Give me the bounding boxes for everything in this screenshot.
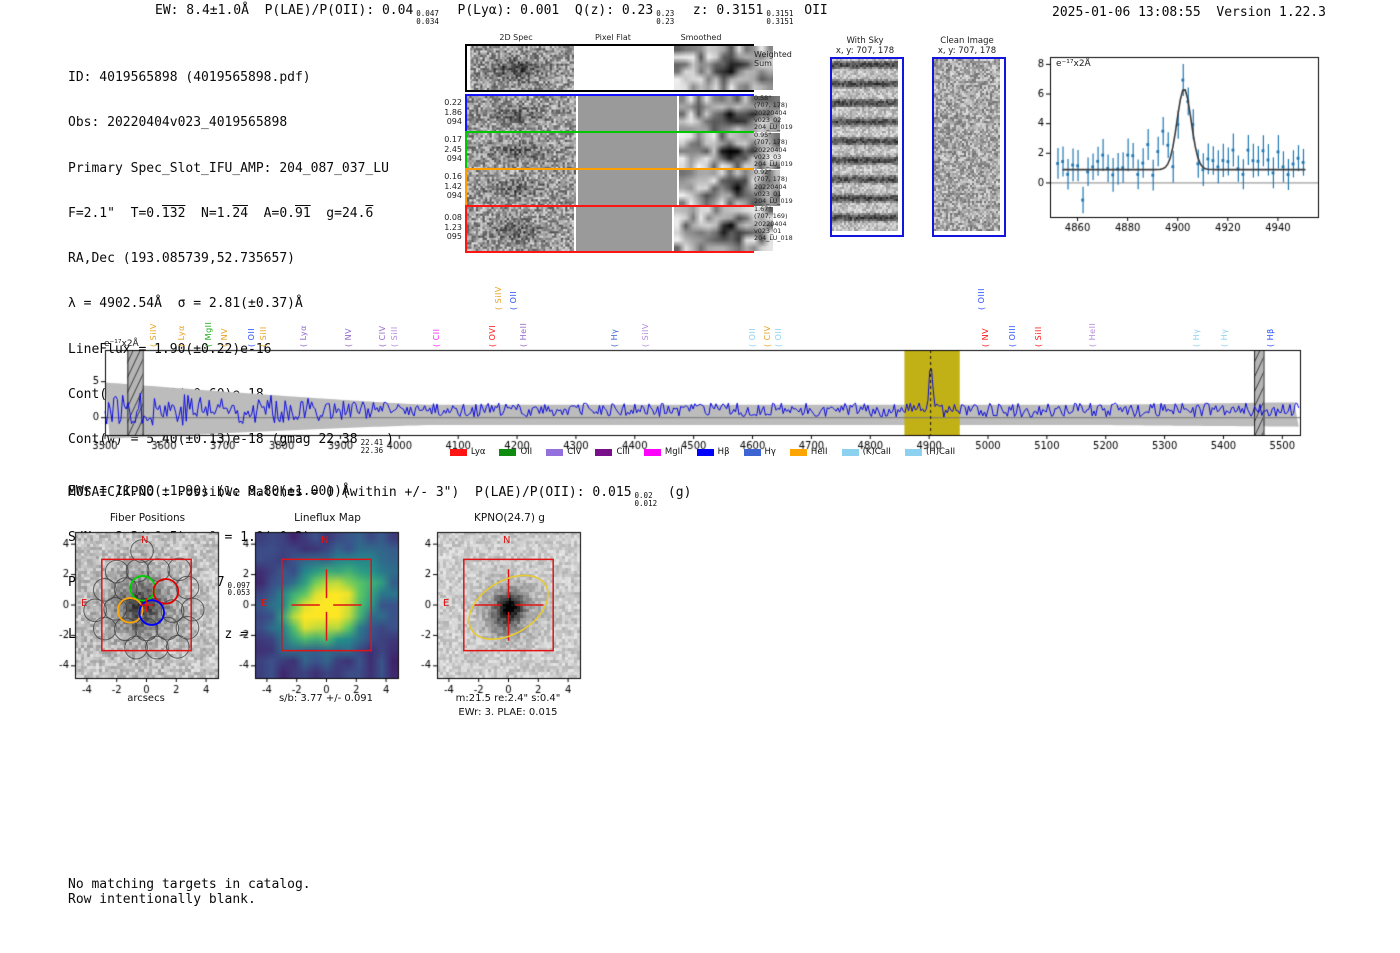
info-obs: Obs: 20220404v023_4019565898 — [68, 115, 288, 131]
summary-header: EW: 8.4±1.0Å P(LAE)/P(OII): 0.04 0.047 0.0… — [155, 3, 828, 26]
report-version: Version 1.22.3 — [1216, 5, 1326, 20]
cutout-left-labels: 0.08 1.23 095 — [444, 213, 462, 241]
fiber-positions-map — [45, 528, 235, 700]
col-header-smoothed: Smoothed — [680, 33, 722, 42]
legend-swatch — [499, 448, 517, 456]
cutout-right-labels: 0.95" (707, 178) 20220404 v023_03 204_LU… — [754, 131, 793, 169]
clean-image-box — [932, 57, 1006, 237]
stacked-value: 0.3151 0.3151 — [766, 9, 794, 26]
lineflux-xlabel: s/b: 3.77 +/- 0.091 — [278, 693, 374, 704]
cutout-right-labels: 0.58" (707, 178) 20220404 v023_02 204_LU… — [754, 94, 793, 132]
legend-item-Hβ: Hβ — [696, 447, 730, 457]
kpno-xlabel2: EWr: 3. PLAE: 0.015 — [458, 707, 558, 718]
spectrum-legend: Lyα OII CIV CIII MgII Hβ Hγ HeII (K)CaII (H)CaII — [105, 447, 1300, 457]
cutout-2dspec-image — [467, 46, 574, 90]
cutout-2dspec-image — [467, 96, 577, 132]
cutout-pixelflat-image — [575, 46, 673, 90]
legend-swatch — [841, 448, 859, 456]
lineflux-east-label: E — [261, 598, 268, 609]
cutout-left-labels: 0.22 1.86 094 — [444, 98, 462, 126]
cutout-2dspec-image — [467, 133, 577, 169]
kpno-xlabel: m:21.5 re:2.4" s:0.4" — [455, 693, 561, 704]
full-spectrum-plot — [85, 338, 1320, 453]
fiber-north-label: N — [141, 535, 149, 546]
mosaic-match-line: MOSAIC/KPNO : Possible Matches = 0 (with… — [68, 485, 692, 508]
with-sky-box — [830, 57, 904, 237]
cutout-pixelflat-image — [578, 96, 678, 132]
col-header-pixelflat: Pixel Flat — [595, 33, 631, 42]
with-sky-title: With Sky x, y: 707, 178 — [835, 36, 895, 56]
legend-item-CIV: CIV — [546, 447, 581, 457]
lineflux-heatmap — [225, 528, 415, 700]
kpno-map-title: KPNO(24.7) g — [474, 512, 545, 524]
line-marker-OII: ( OII — [508, 290, 518, 310]
inset-unit-label: e⁻¹⁷x2Å — [1056, 59, 1091, 69]
col-header-2dspec: 2D Spec — [499, 33, 533, 42]
timestamp-version: 2025-01-06 13:08:55 Version 1.22.3 — [1052, 5, 1326, 20]
legend-item-HeII: HeII — [789, 447, 828, 457]
fiber-map-title: Fiber Positions — [109, 512, 186, 524]
stacked-value: 0.02 0.012 — [634, 491, 658, 508]
stacked-value: 0.23 0.23 — [656, 9, 675, 26]
footer-line-1: No matching targets in catalog. — [68, 877, 311, 892]
line-marker-OIII: ( OIII — [977, 287, 987, 310]
info-primary-spec: Primary Spec_Slot_IFU_AMP: 204_087_037_L… — [68, 160, 389, 176]
legend-swatch — [789, 448, 807, 456]
line-marker-SiIV: ( SiIV — [493, 286, 503, 310]
cutout-left-labels: 0.16 1.42 094 — [444, 172, 462, 200]
legend-item-MgII: MgII — [643, 447, 683, 457]
legend-swatch — [643, 448, 661, 456]
kpno-east-label: E — [443, 598, 450, 609]
elixer-report-page: EW: 8.4±1.0Å P(LAE)/P(OII): 0.04 0.047 0.0… — [0, 0, 1400, 953]
cutout-row-weighted-sum — [465, 44, 774, 92]
legend-item-OII: OII — [499, 447, 532, 457]
legend-item-(H)CaII: (H)CaII — [904, 447, 955, 457]
cutout-2dspec-image — [467, 207, 574, 251]
kpno-image-map — [407, 528, 597, 700]
spectrum-unit-label: e⁻¹⁷x2Å — [104, 339, 139, 349]
cutout-row-fiber-1 — [465, 94, 781, 134]
cutout-row-fiber-4 — [465, 205, 774, 253]
cutout-pixelflat-image — [578, 170, 678, 206]
stacked-value: 0.047 0.034 — [416, 9, 439, 26]
kpno-north-label: N — [503, 535, 511, 546]
legend-item-Lyα: Lyα — [449, 447, 485, 457]
info-radec: RA,Dec (193.085739,52.735657) — [68, 251, 295, 267]
with-sky-image — [832, 59, 898, 231]
cutout-pixelflat-image — [578, 133, 678, 169]
cutout-pixelflat-image — [575, 207, 673, 251]
footer-line-2: Row intentionally blank. — [68, 892, 256, 907]
lineflux-north-label: N — [321, 535, 329, 546]
clean-image-title: Clean Image x, y: 707, 178 — [937, 36, 997, 56]
cutout-left-labels: 0.17 2.45 094 — [444, 135, 462, 163]
legend-swatch — [904, 448, 922, 456]
cutout-right-labels: 0.92" (707, 178) 20220404 v023_01 204_LU… — [754, 168, 793, 206]
report-timestamp: 2025-01-06 13:08:55 — [1052, 5, 1201, 20]
legend-swatch — [595, 448, 613, 456]
cutout-right-labels: 1.67" (707, 169) 20220404 v023_01 204_LU… — [754, 205, 793, 243]
lineflux-map-title: Lineflux Map — [294, 512, 361, 524]
legend-item-CIII: CIII — [595, 447, 630, 457]
legend-item-Hγ: Hγ — [743, 447, 776, 457]
clean-image — [934, 59, 1000, 231]
info-seeing: F=2.1" T=0.132 N=1.24 A=0.91 g=24.6 — [68, 205, 374, 221]
info-id: ID: 4019565898 (4019565898.pdf) — [68, 70, 311, 85]
legend-swatch — [449, 448, 467, 456]
cutout-right-labels: Weighted Sum — [754, 50, 792, 68]
cutout-row-fiber-2 — [465, 131, 781, 171]
fiber-east-label: E — [81, 598, 88, 609]
legend-item-(K)CaII: (K)CaII — [841, 447, 891, 457]
cutout-row-fiber-3 — [465, 168, 781, 208]
cutout-2dspec-image — [467, 170, 577, 206]
fiber-xlabel: arcsecs — [127, 693, 165, 704]
line-fit-plot — [1030, 45, 1340, 237]
legend-swatch — [546, 448, 564, 456]
legend-swatch — [743, 448, 761, 456]
legend-swatch — [696, 448, 714, 456]
info-lambda-sigma: λ = 4902.54Å σ = 2.81(±0.37)Å — [68, 296, 303, 312]
